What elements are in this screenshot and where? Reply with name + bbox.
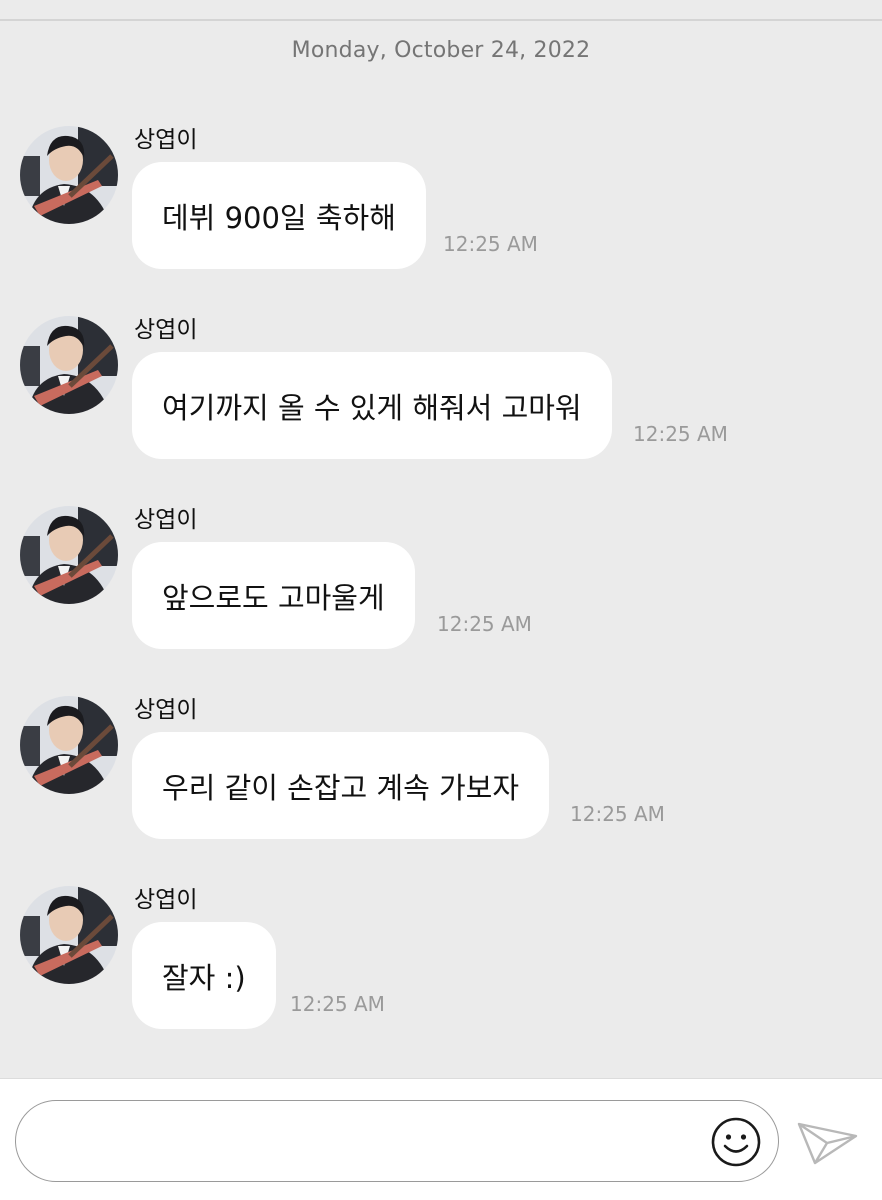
message-bubble[interactable]: 여기까지 올 수 있게 해줘서 고마워 [132, 352, 612, 459]
paper-plane-icon [797, 1122, 858, 1165]
message-timestamp: 12:25 AM [443, 232, 538, 256]
date-separator: Monday, October 24, 2022 [291, 38, 591, 63]
message-list[interactable]: 상엽이 데뷔 900일 축하해 12:25 AM 상엽이 여기까지 올 수 있게… [0, 110, 882, 1060]
avatar[interactable] [20, 126, 118, 224]
message-row: 상엽이 잘자 :) 12:25 AM [0, 870, 882, 1060]
message-timestamp: 12:25 AM [570, 802, 665, 826]
avatar-photo [20, 316, 118, 414]
avatar-photo [20, 126, 118, 224]
sender-name: 상엽이 [134, 317, 198, 343]
message-bubble[interactable]: 앞으로도 고마울게 [132, 542, 415, 649]
message-row: 상엽이 여기까지 올 수 있게 해줘서 고마워 12:25 AM [0, 300, 882, 490]
sender-name: 상엽이 [134, 697, 198, 723]
message-row: 상엽이 데뷔 900일 축하해 12:25 AM [0, 110, 882, 300]
message-timestamp: 12:25 AM [290, 992, 385, 1016]
chat-screen: Monday, October 24, 2022 상엽이 데뷔 900일 축하해 [0, 0, 882, 1200]
avatar[interactable] [20, 506, 118, 604]
message-input[interactable] [46, 1119, 690, 1165]
message-composer [0, 1078, 882, 1200]
message-bubble[interactable]: 데뷔 900일 축하해 [132, 162, 426, 269]
avatar-photo [20, 886, 118, 984]
message-bubble[interactable]: 우리 같이 손잡고 계속 가보자 [132, 732, 550, 839]
avatar[interactable] [20, 886, 118, 984]
sender-name: 상엽이 [134, 887, 198, 913]
message-row: 상엽이 우리 같이 손잡고 계속 가보자 12:25 AM [0, 680, 882, 870]
send-button[interactable] [797, 1116, 859, 1168]
smiley-icon[interactable] [710, 1116, 762, 1168]
sender-name: 상엽이 [134, 127, 198, 153]
top-divider [0, 19, 882, 21]
message-timestamp: 12:25 AM [437, 612, 532, 636]
sender-name: 상엽이 [134, 507, 198, 533]
avatar[interactable] [20, 316, 118, 414]
avatar-photo [20, 506, 118, 604]
message-input-container[interactable] [15, 1100, 779, 1182]
message-bubble[interactable]: 잘자 :) [132, 922, 276, 1029]
avatar[interactable] [20, 696, 118, 794]
message-row: 상엽이 앞으로도 고마울게 12:25 AM [0, 490, 882, 680]
message-timestamp: 12:25 AM [633, 422, 728, 446]
avatar-photo [20, 696, 118, 794]
